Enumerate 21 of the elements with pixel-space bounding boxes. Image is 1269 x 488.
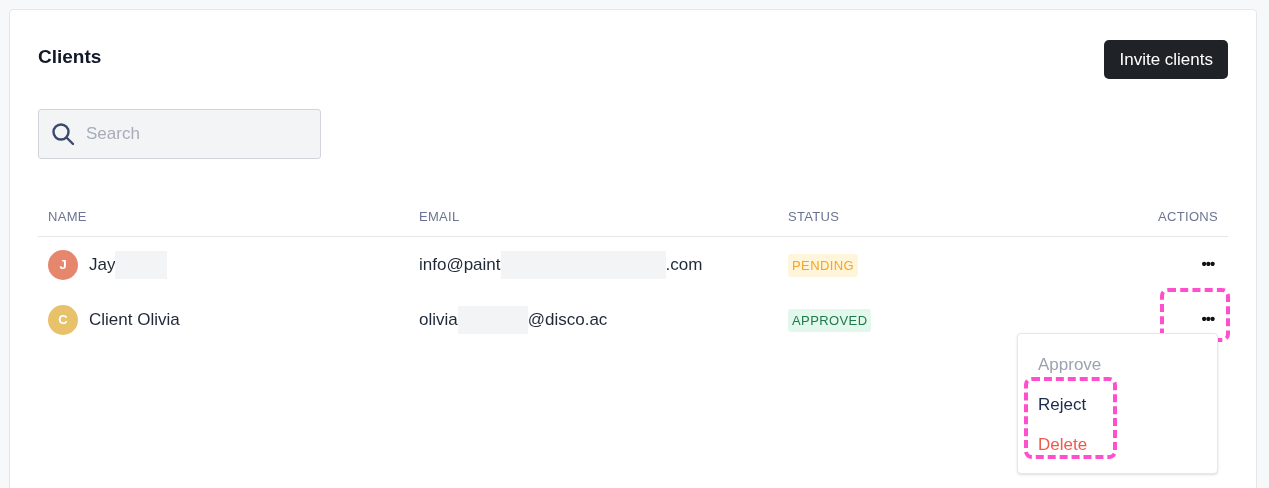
avatar: J — [48, 249, 78, 280]
search-field[interactable]: Search — [38, 109, 321, 159]
invite-button[interactable]: Invite clients — [1104, 40, 1228, 79]
menu-item[interactable]: Reject — [1018, 393, 1217, 433]
column-header: NAME — [48, 207, 88, 226]
column-header: STATUS — [788, 207, 841, 226]
search-icon — [51, 122, 75, 146]
column-header: ACTIONS — [1158, 207, 1218, 226]
cell-text: Client Olivia — [89, 308, 180, 331]
cell-text: olivia — [419, 308, 458, 331]
status-badge: APPROVED — [788, 308, 872, 333]
status-badge: PENDING — [788, 253, 859, 278]
column-header: EMAIL — [419, 207, 461, 226]
avatar: C — [48, 304, 78, 335]
page-title: Clients — [38, 45, 102, 69]
cell-text: @disco.ac — [527, 308, 608, 331]
more-button[interactable]: ••• — [1188, 249, 1228, 280]
more-button[interactable]: ••• — [1188, 304, 1228, 335]
cell-text: .com — [665, 253, 703, 276]
cell-text: Jay — [89, 253, 116, 276]
cell-text: info@paint — [419, 253, 501, 276]
